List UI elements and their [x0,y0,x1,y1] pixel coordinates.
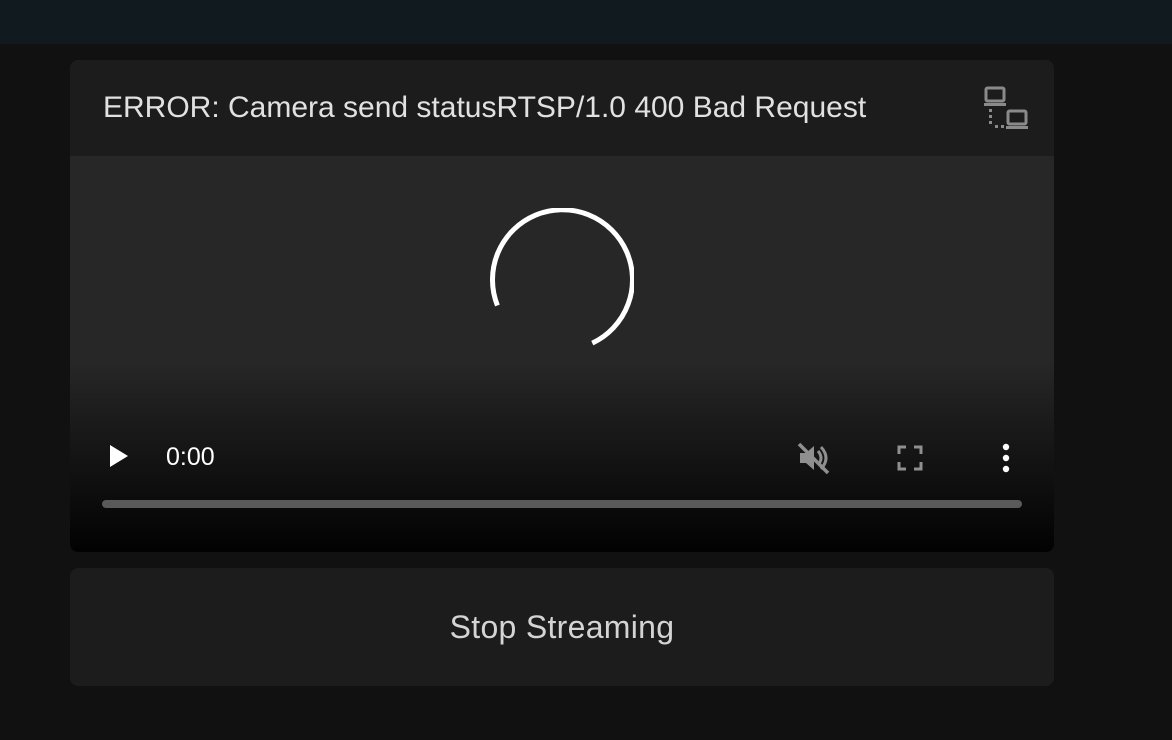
current-time: 0:00 [166,443,215,471]
stop-streaming-label: Stop Streaming [449,609,675,645]
fullscreen-icon[interactable] [890,438,930,478]
player-controls: 0:00 [70,426,1054,486]
loading-spinner [490,208,634,346]
top-app-bar [0,0,1172,44]
stop-streaming-button[interactable]: Stop Streaming [70,568,1054,686]
play-icon[interactable] [102,440,134,472]
video-player[interactable]: 0:00 [70,156,1054,552]
camera-stream-card: ERROR: Camera send statusRTSP/1.0 400 Ba… [70,60,1054,552]
card-title: ERROR: Camera send statusRTSP/1.0 400 Ba… [103,91,867,124]
network-lan-icon [984,86,1028,129]
card-header: ERROR: Camera send statusRTSP/1.0 400 Ba… [70,60,1054,156]
more-vertical-icon[interactable] [986,438,1026,478]
volume-off-icon[interactable] [794,438,834,478]
progress-bar[interactable] [102,500,1022,508]
